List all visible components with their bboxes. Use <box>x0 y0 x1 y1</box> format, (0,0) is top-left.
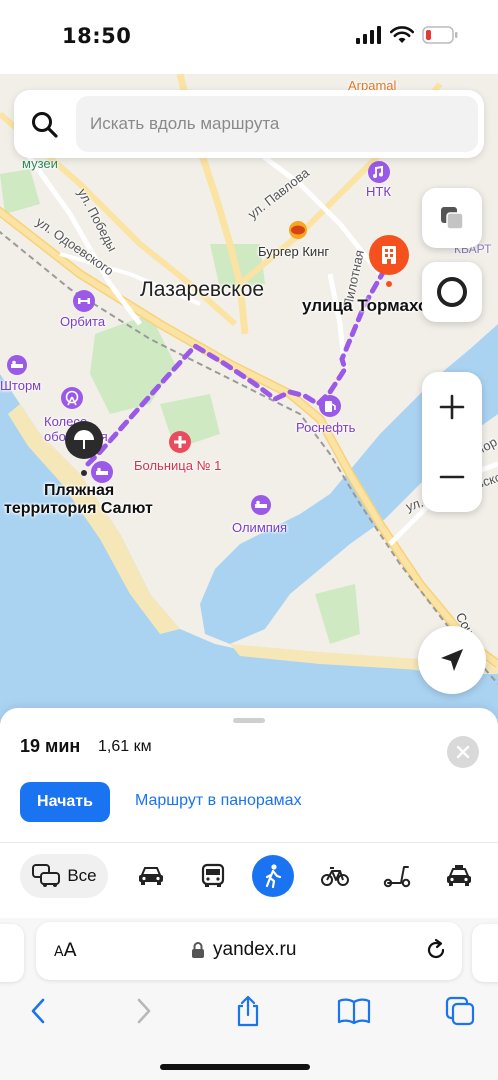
tabs-icon <box>445 996 475 1026</box>
reload-icon <box>427 938 445 959</box>
url-display[interactable]: yandex.ru <box>191 939 296 961</box>
panorama-route-link[interactable]: Маршрут в панорамах <box>135 792 302 810</box>
share-button[interactable] <box>228 994 268 1028</box>
town-label: Лазаревское <box>140 278 265 301</box>
sheet-grabber[interactable] <box>233 718 265 723</box>
transport-modes: Все <box>0 854 498 898</box>
fuel-pin-icon <box>319 395 341 417</box>
poi-hospital-label: Больница № 1 <box>134 458 222 473</box>
layers-icon <box>441 207 464 230</box>
forward-button[interactable] <box>124 994 164 1028</box>
address-bar[interactable]: AA yandex.ru <box>36 922 462 980</box>
poi-orbita-label: Орбита <box>60 314 106 329</box>
status-time: 18:50 <box>62 24 132 48</box>
layers-button[interactable] <box>422 188 482 248</box>
music-pin-icon <box>368 161 390 183</box>
lock-icon <box>192 942 204 958</box>
my-location-button[interactable] <box>418 626 486 694</box>
screen: 18:50 Arpamal музеи ул. Победы ул. Одоев… <box>0 0 498 1080</box>
burger-king-icon <box>289 221 307 239</box>
route-distance: 1,61 км <box>98 738 152 755</box>
origin-label-line2: территория Салют <box>4 500 153 517</box>
route-sheet: 19 мин 1,61 км Начать Маршрут в панорама… <box>0 708 498 918</box>
url-text: yandex.ru <box>213 939 297 960</box>
minus-icon <box>439 475 465 479</box>
status-bar: 18:50 <box>0 0 498 74</box>
bus-icon <box>201 863 225 887</box>
mode-car-button[interactable] <box>134 854 168 898</box>
text-size-small-label: A <box>54 944 64 960</box>
navigation-arrow-icon <box>441 649 463 671</box>
mode-scooter-button[interactable] <box>380 854 414 898</box>
battery-icon <box>422 26 458 49</box>
wifi-icon <box>389 26 415 49</box>
mode-bicycle-button[interactable] <box>318 854 352 898</box>
share-icon <box>237 995 259 1027</box>
text-size-button[interactable]: AA <box>54 939 77 961</box>
fitness-pin-icon <box>73 290 95 312</box>
search-icon[interactable] <box>30 110 60 140</box>
poi-rosneft-label: Роснефть <box>296 420 356 435</box>
back-button[interactable] <box>18 994 58 1028</box>
browser-toolbar: AA yandex.ru <box>0 918 498 1080</box>
poi-ntk-label: НТК <box>366 184 391 199</box>
bookmarks-button[interactable] <box>334 994 374 1028</box>
alice-button[interactable] <box>422 262 482 322</box>
cellular-signal-icon <box>356 26 382 49</box>
poi-storm-label: Шторм <box>0 378 42 393</box>
alice-ring-icon <box>437 277 467 307</box>
scooter-icon <box>383 866 411 888</box>
reload-button[interactable] <box>424 938 448 967</box>
destination-building-icon <box>369 235 409 287</box>
mode-all-button[interactable]: Все <box>20 854 108 898</box>
hotel-pin-icon <box>7 355 27 375</box>
close-button[interactable] <box>447 736 479 768</box>
next-tab-preview[interactable] <box>472 924 498 982</box>
mode-transit-button[interactable] <box>196 854 230 898</box>
poi-museums-label: музеи <box>22 156 58 171</box>
close-icon <box>456 745 470 759</box>
taxi-icon <box>447 865 471 886</box>
zoom-out-button[interactable] <box>422 442 482 512</box>
zoom-controls <box>422 372 482 512</box>
origin-label-line1: Пляжная <box>44 482 115 499</box>
route-time: 19 мин <box>20 736 81 756</box>
pedestrian-icon <box>265 864 282 889</box>
mode-walk-button[interactable] <box>252 855 294 897</box>
chevron-left-icon <box>31 998 45 1024</box>
chevron-right-icon <box>137 998 151 1024</box>
home-indicator <box>160 1064 310 1070</box>
search-bar: Искать вдоль маршрута <box>14 90 484 158</box>
text-size-large-label: A <box>63 939 77 961</box>
plus-icon <box>439 394 465 420</box>
poi-burger-king-label: Бургер Кинг <box>258 244 330 259</box>
book-icon <box>337 998 371 1025</box>
tabs-button[interactable] <box>440 994 480 1028</box>
mode-all-label: Все <box>67 866 97 885</box>
poi-olimpia-label: Олимпия <box>232 520 288 535</box>
all-transport-icon <box>32 864 61 887</box>
bicycle-icon <box>321 867 349 886</box>
hospital-cross-icon <box>169 431 191 453</box>
hotel-pin-icon <box>91 461 113 483</box>
start-button[interactable]: Начать <box>20 782 110 822</box>
divider <box>0 842 498 843</box>
car-icon <box>139 867 163 885</box>
search-input[interactable]: Искать вдоль маршрута <box>76 96 478 152</box>
hotel-pin-icon <box>251 495 271 515</box>
mode-taxi-button[interactable] <box>442 854 476 898</box>
ferris-wheel-icon <box>61 387 83 409</box>
zoom-in-button[interactable] <box>422 372 482 442</box>
previous-tab-preview[interactable] <box>0 924 24 982</box>
